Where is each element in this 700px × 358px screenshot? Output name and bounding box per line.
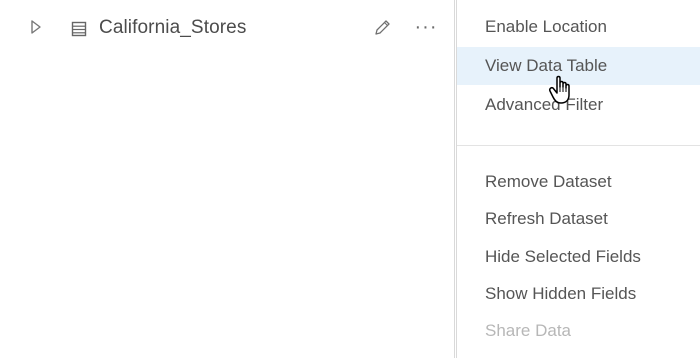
menu-item-remove-dataset[interactable]: Remove Dataset bbox=[457, 163, 700, 201]
menu-item-view-data-table[interactable]: View Data Table bbox=[457, 47, 700, 85]
menu-item-refresh-dataset[interactable]: Refresh Dataset bbox=[457, 200, 700, 238]
pencil-icon[interactable] bbox=[372, 18, 392, 38]
menu-divider bbox=[457, 145, 700, 146]
more-options-button[interactable]: ··· bbox=[408, 16, 444, 38]
menu-item-hide-selected-fields[interactable]: Hide Selected Fields bbox=[457, 238, 700, 276]
menu-item-enable-location[interactable]: Enable Location bbox=[457, 8, 700, 46]
dataset-panel: California_Stores ··· bbox=[0, 0, 455, 358]
data-table-icon bbox=[71, 21, 87, 37]
menu-item-show-hidden-fields[interactable]: Show Hidden Fields bbox=[457, 275, 700, 313]
menu-item-share-data: Share Data bbox=[485, 321, 571, 340]
expand-triangle-icon[interactable] bbox=[30, 20, 42, 34]
dataset-name[interactable]: California_Stores bbox=[99, 17, 246, 39]
app-page: California_Stores ··· Enable Location Vi… bbox=[0, 0, 700, 358]
dataset-row[interactable]: California_Stores ··· bbox=[0, 10, 455, 48]
menu-item-advanced-filter[interactable]: Advanced Filter bbox=[457, 86, 700, 124]
dataset-context-menu: Enable Location View Data Table Advanced… bbox=[456, 0, 700, 358]
